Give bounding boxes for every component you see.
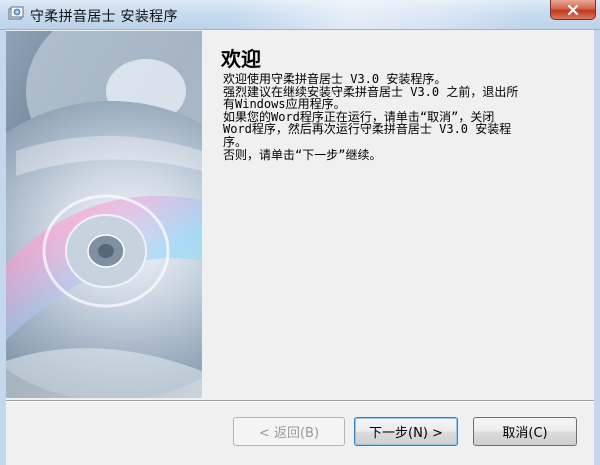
cancel-button[interactable]: 取消(C) — [473, 417, 577, 446]
welcome-line: 否则，请单击“下一步”继续。 — [223, 147, 382, 162]
welcome-line: 欢迎使用守柔拼音居士 V3.0 安装程序。 — [223, 72, 447, 86]
installer-icon — [8, 6, 24, 22]
title-bar[interactable]: 守柔拼音居士 安装程序 — [0, 0, 600, 30]
button-divider — [6, 400, 594, 402]
welcome-line: Word程序，然后再次运行守柔拼音居士 V3.0 安装程 — [223, 122, 512, 137]
welcome-line: 有Windows应用程序。 — [223, 97, 346, 112]
welcome-line: 序。 — [223, 134, 248, 149]
window-frame-right — [594, 30, 600, 465]
side-image — [6, 31, 202, 398]
cd-disc-image — [6, 31, 202, 398]
next-button[interactable]: 下一步(N) > — [354, 417, 458, 446]
title-bar-gloss — [230, 0, 530, 29]
welcome-panel: 欢迎 欢迎使用守柔拼音居士 V3.0 安装程序。 强烈建议在继续安装守柔拼音居士… — [203, 31, 594, 398]
back-button[interactable]: < 返回(B) — [233, 417, 345, 446]
page-title: 欢迎 — [221, 47, 261, 71]
close-icon — [566, 4, 580, 16]
welcome-text: 欢迎使用守柔拼音居士 V3.0 安装程序。 强烈建议在继续安装守柔拼音居士 V3… — [223, 73, 593, 161]
close-button[interactable] — [550, 0, 596, 20]
window-title: 守柔拼音居士 安装程序 — [30, 9, 178, 25]
